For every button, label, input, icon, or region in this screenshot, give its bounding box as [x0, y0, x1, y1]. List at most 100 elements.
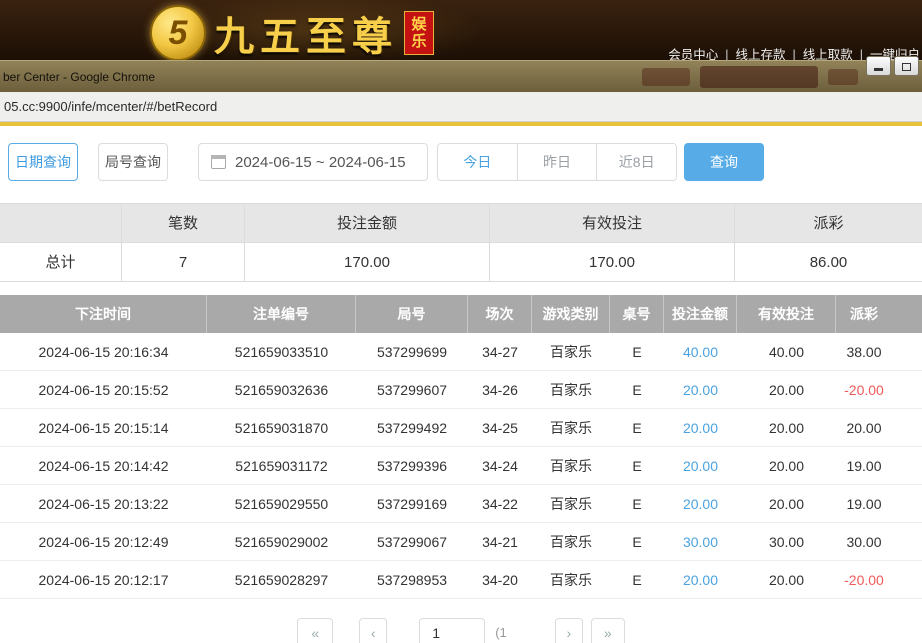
- summary-header-count: 笔数: [122, 204, 245, 243]
- filter-bar: 日期查询 局号查询 2024-06-15 ~ 2024-06-15 今日 昨日 …: [0, 143, 922, 181]
- cell-game-type: 百家乐: [532, 447, 610, 485]
- today-button[interactable]: 今日: [438, 144, 518, 180]
- cell-table-no: E: [610, 409, 664, 447]
- summary-total-label: 总计: [0, 243, 122, 282]
- cell-bet-amount[interactable]: 40.00: [664, 333, 737, 371]
- cell-payout: 19.00: [836, 447, 922, 485]
- minimize-button[interactable]: [866, 56, 891, 76]
- cell-bet-amount[interactable]: 20.00: [664, 447, 737, 485]
- search-button[interactable]: 查询: [684, 143, 764, 181]
- cell-valid-bet: 20.00: [737, 409, 836, 447]
- pagination: « ‹ (1 › »: [0, 618, 922, 643]
- summary-header-payout: 派彩: [735, 204, 922, 243]
- next-page-button[interactable]: ›: [555, 618, 583, 643]
- cell-bet-amount[interactable]: 30.00: [664, 523, 737, 561]
- cell-valid-bet: 20.00: [737, 485, 836, 523]
- summary-total-bet-amount: 170.00: [245, 243, 490, 282]
- column-header-table-no: 桌号: [610, 295, 664, 333]
- column-header-bet-amount: 投注金额: [664, 295, 737, 333]
- page-content: 日期查询 局号查询 2024-06-15 ~ 2024-06-15 今日 昨日 …: [0, 126, 922, 643]
- summary-header-row: 笔数 投注金额 有效投注 派彩: [0, 204, 922, 243]
- cell-round-no: 537299067: [356, 523, 468, 561]
- cell-session: 34-22: [468, 485, 532, 523]
- cell-game-type: 百家乐: [532, 333, 610, 371]
- cell-bet-time: 2024-06-15 20:13:22: [0, 485, 207, 523]
- site-logo: 5 九五至尊 娱 乐: [150, 2, 434, 64]
- maximize-button[interactable]: [894, 56, 919, 76]
- table-row: 2024-06-15 20:15:14521659031870537299492…: [0, 409, 922, 447]
- cell-order-no: 521659031172: [207, 447, 356, 485]
- cell-order-no: 521659033510: [207, 333, 356, 371]
- cell-game-type: 百家乐: [532, 523, 610, 561]
- cell-bet-time: 2024-06-15 20:12:17: [0, 561, 207, 599]
- url-text[interactable]: 05.cc:9900/infe/mcenter/#/betRecord: [0, 92, 217, 121]
- cell-valid-bet: 20.00: [737, 561, 836, 599]
- screen: 5 九五至尊 娱 乐 会员中心|线上存款|线上取款|一键归户 ber Cente…: [0, 0, 922, 643]
- minimize-icon: [874, 68, 883, 71]
- maximize-icon: [902, 63, 911, 71]
- cell-payout: 30.00: [836, 523, 922, 561]
- bet-record-table: 下注时间注单编号局号场次游戏类别桌号投注金额有效投注派彩 2024-06-15 …: [0, 295, 922, 599]
- round-query-tab[interactable]: 局号查询: [98, 143, 168, 181]
- cell-order-no: 521659029550: [207, 485, 356, 523]
- cell-table-no: E: [610, 561, 664, 599]
- cell-bet-amount[interactable]: 20.00: [664, 485, 737, 523]
- titlebar-glass-artifact: [642, 68, 690, 86]
- summary-total-valid-bet: 170.00: [490, 243, 735, 282]
- column-header-bet-time: 下注时间: [0, 295, 207, 333]
- titlebar-glass-artifact: [828, 69, 858, 85]
- cell-payout: 19.00: [836, 485, 922, 523]
- table-row: 2024-06-15 20:16:34521659033510537299699…: [0, 333, 922, 371]
- summary-header-empty: [0, 204, 122, 243]
- page-input[interactable]: [419, 618, 485, 643]
- cell-game-type: 百家乐: [532, 371, 610, 409]
- cell-bet-amount[interactable]: 20.00: [664, 561, 737, 599]
- logo-text: 九五至尊: [214, 4, 398, 62]
- cell-bet-time: 2024-06-15 20:15:52: [0, 371, 207, 409]
- last-8-days-button[interactable]: 近8日: [597, 144, 676, 180]
- column-header-valid-bet: 有效投注: [737, 295, 836, 333]
- cell-bet-amount[interactable]: 20.00: [664, 409, 737, 447]
- date-range-value: 2024-06-15 ~ 2024-06-15: [235, 154, 406, 171]
- titlebar-glass-artifact: [700, 66, 818, 88]
- date-query-tab[interactable]: 日期查询: [8, 143, 78, 181]
- column-header-round-no: 局号: [356, 295, 468, 333]
- cell-table-no: E: [610, 447, 664, 485]
- prev-page-button[interactable]: ‹: [359, 618, 387, 643]
- window-titlebar[interactable]: ber Center - Google Chrome: [0, 60, 922, 92]
- cell-round-no: 537298953: [356, 561, 468, 599]
- cell-session: 34-26: [468, 371, 532, 409]
- window-controls: [866, 56, 919, 76]
- logo-badge: 娱 乐: [404, 11, 434, 56]
- cell-order-no: 521659031870: [207, 409, 356, 447]
- cell-bet-time: 2024-06-15 20:16:34: [0, 333, 207, 371]
- last-page-button[interactable]: »: [591, 618, 625, 643]
- yesterday-button[interactable]: 昨日: [518, 144, 598, 180]
- summary-total-payout: 86.00: [735, 243, 922, 282]
- first-page-button[interactable]: «: [297, 618, 333, 643]
- summary-header-valid-bet: 有效投注: [490, 204, 735, 243]
- cell-round-no: 537299169: [356, 485, 468, 523]
- cell-payout: -20.00: [836, 371, 922, 409]
- cell-round-no: 537299607: [356, 371, 468, 409]
- cell-valid-bet: 20.00: [737, 447, 836, 485]
- cell-table-no: E: [610, 485, 664, 523]
- cell-payout: 20.00: [836, 409, 922, 447]
- cell-payout: 38.00: [836, 333, 922, 371]
- column-header-payout: 派彩: [836, 295, 922, 333]
- table-row: 2024-06-15 20:12:49521659029002537299067…: [0, 523, 922, 561]
- bet-table-header: 下注时间注单编号局号场次游戏类别桌号投注金额有效投注派彩: [0, 295, 922, 333]
- cell-valid-bet: 20.00: [737, 371, 836, 409]
- quick-range-group: 今日 昨日 近8日: [437, 143, 677, 181]
- window-title: ber Center - Google Chrome: [3, 61, 155, 93]
- cell-round-no: 537299492: [356, 409, 468, 447]
- cell-bet-amount[interactable]: 20.00: [664, 371, 737, 409]
- date-range-input[interactable]: 2024-06-15 ~ 2024-06-15: [198, 143, 428, 181]
- cell-table-no: E: [610, 371, 664, 409]
- column-header-order-no: 注单编号: [207, 295, 356, 333]
- cell-valid-bet: 40.00: [737, 333, 836, 371]
- cell-round-no: 537299396: [356, 447, 468, 485]
- address-bar[interactable]: 05.cc:9900/infe/mcenter/#/betRecord: [0, 92, 922, 122]
- table-row: 2024-06-15 20:15:52521659032636537299607…: [0, 371, 922, 409]
- column-header-session: 场次: [468, 295, 532, 333]
